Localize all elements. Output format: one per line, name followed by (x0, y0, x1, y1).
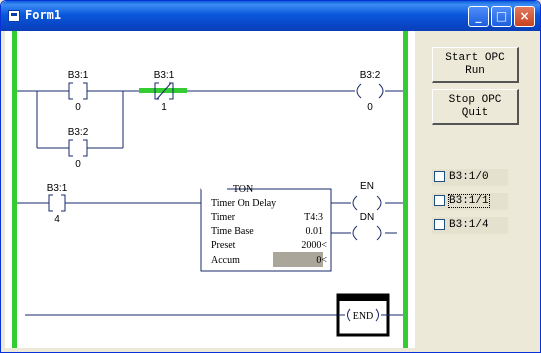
minimize-icon: _ (475, 9, 482, 23)
stop-opc-label: Stop OPC (448, 94, 502, 106)
right-power-rail (403, 31, 408, 348)
coil-b3-2[interactable] (356, 83, 384, 99)
maximize-button[interactable]: □ (491, 6, 512, 27)
checkbox-b3-1-0[interactable]: B3:1/0 (432, 169, 508, 186)
ton-preset-label: Preset (211, 240, 236, 251)
coil-b3-2-address: B3:2 (360, 70, 381, 81)
maximize-icon: □ (495, 9, 508, 23)
stop-opc-button[interactable]: Stop OPC Quit (432, 89, 519, 125)
ton-subtitle: Timer On Delay (211, 198, 276, 209)
checkbox-b3-1-4[interactable]: B3:1/4 (432, 217, 508, 234)
left-power-rail (12, 31, 17, 348)
contact-b3-2-address: B3:2 (68, 127, 89, 138)
client-area: B3:1 0 B3:1 1 B3:2 0 B3:2 0 B3:1 4 TON T… (5, 31, 536, 348)
contact-b3-1-b-energized[interactable] (139, 82, 187, 100)
control-panel: Start OPC Run Stop OPC Quit B3:1/0 B3:1/… (415, 31, 536, 348)
contact-b3-1-b-value: 1 (161, 102, 167, 113)
coil-dn[interactable] (352, 225, 382, 241)
stop-opc-sublabel: Quit (461, 107, 489, 119)
rung-1 (17, 90, 403, 149)
window-title: Form1 (25, 8, 62, 22)
end-label: END (353, 311, 374, 322)
contact-b3-1-a-value: 0 (75, 102, 81, 113)
ton-timer-label: Timer (211, 212, 236, 223)
contact-b3-1-c[interactable] (48, 194, 66, 212)
close-button[interactable]: × (514, 6, 535, 27)
contact-b3-1-c-value: 4 (54, 214, 60, 225)
contact-b3-2-value: 0 (75, 159, 81, 170)
ton-preset-value: 2000< (301, 240, 327, 251)
app-icon[interactable] (8, 10, 20, 22)
close-icon: × (519, 9, 530, 23)
start-opc-button[interactable]: Start OPC Run (432, 47, 519, 83)
ton-title: TON (233, 184, 253, 195)
ton-accum-label: Accum (211, 255, 240, 266)
ladder-diagram: B3:1 0 B3:1 1 B3:2 0 B3:2 0 B3:1 4 TON T… (12, 31, 408, 348)
contact-b3-1-b-address: B3:1 (154, 70, 175, 81)
ton-accum-value: 0< (316, 255, 327, 266)
checkbox-b3-1-1[interactable]: B3:1/1 (432, 193, 508, 210)
checkbox-label: B3:1/1 (448, 194, 490, 208)
checkbox-box[interactable] (434, 195, 445, 206)
checkbox-box[interactable] (434, 219, 445, 230)
checkbox-label: B3:1/0 (449, 171, 489, 183)
contact-b3-1-a-address: B3:1 (68, 70, 89, 81)
en-label: EN (360, 181, 374, 192)
ton-timer-value: T4:3 (304, 212, 323, 223)
checkbox-box[interactable] (434, 171, 445, 182)
title-bar[interactable]: Form1 _ □ × (1, 1, 540, 31)
dn-label: DN (360, 212, 374, 223)
coil-en[interactable] (352, 195, 382, 211)
minimize-button[interactable]: _ (468, 6, 489, 27)
form1-window: Form1 _ □ × B3:1 0 B3:1 1 B3:2 0 B3:2 0 … (0, 0, 541, 353)
start-opc-label: Start OPC (445, 52, 505, 64)
ton-timebase-value: 0.01 (306, 226, 324, 237)
start-opc-sublabel: Run (465, 65, 485, 77)
checkbox-label: B3:1/4 (449, 219, 489, 231)
ton-timebase-label: Time Base (211, 226, 254, 237)
contact-b3-2-branch[interactable] (68, 139, 88, 157)
coil-b3-2-value: 0 (367, 102, 373, 113)
contact-b3-1-a[interactable] (68, 82, 88, 100)
contact-b3-1-c-address: B3:1 (47, 183, 68, 194)
